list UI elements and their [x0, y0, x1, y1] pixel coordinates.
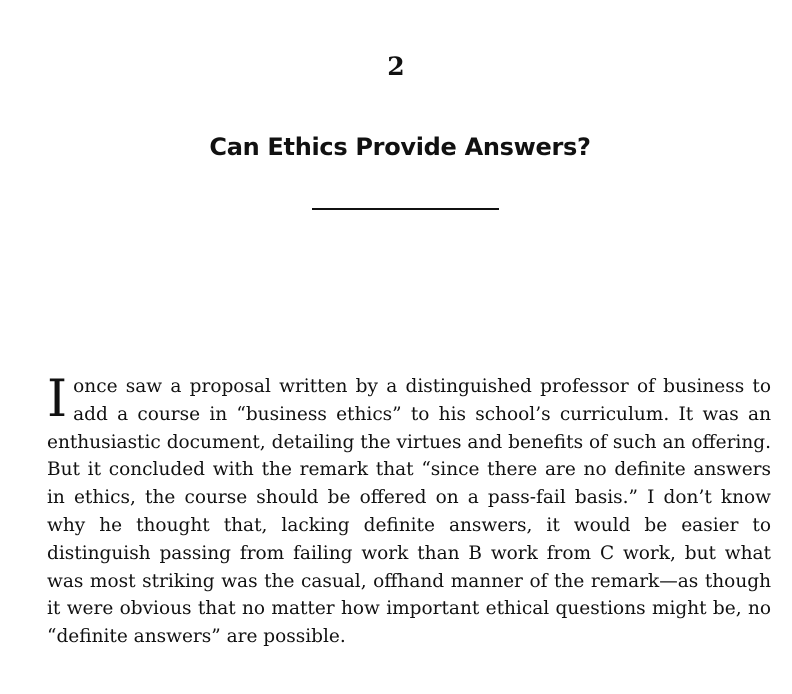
book-page: 2 Can Ethics Provide Answers? Ionce saw … [0, 0, 792, 694]
drop-cap: I [47, 370, 68, 429]
chapter-number: 2 [387, 52, 405, 81]
body-paragraph: Ionce saw a proposal written by a distin… [47, 373, 771, 651]
paragraph-text: once saw a proposal written by a disting… [47, 376, 771, 648]
chapter-title: Can Ethics Provide Answers? [209, 133, 591, 161]
title-rule [312, 208, 499, 210]
